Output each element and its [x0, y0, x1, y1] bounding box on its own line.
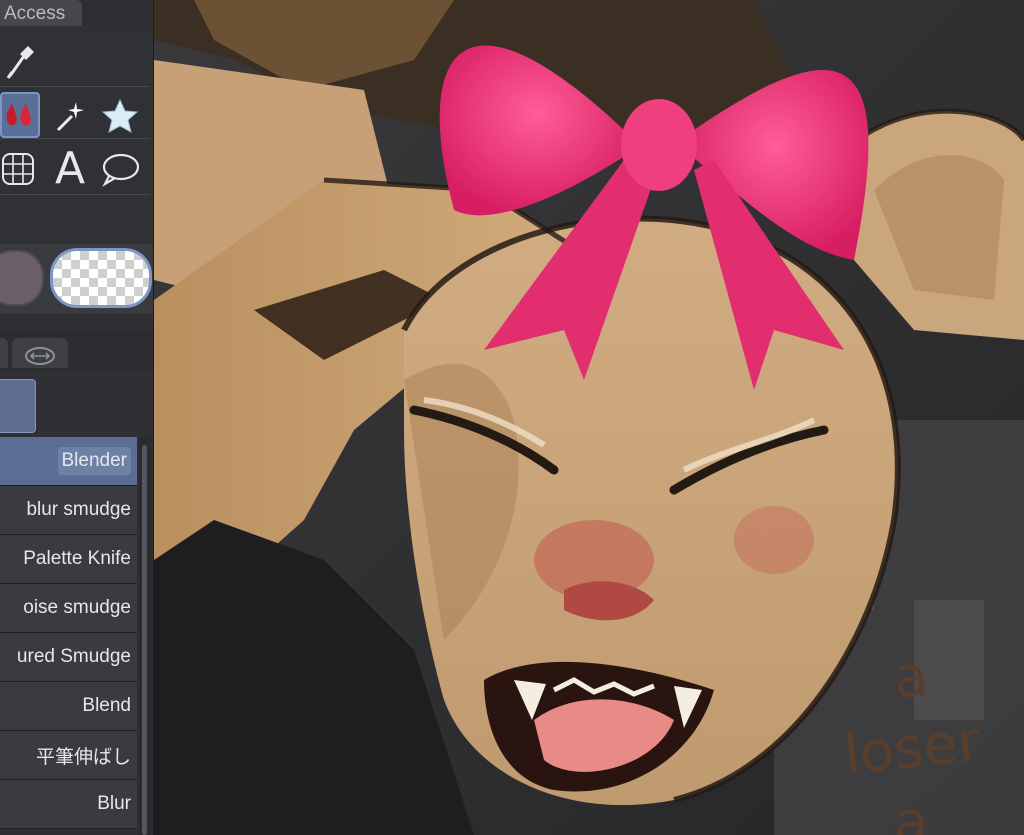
figure-tool[interactable]: [0, 146, 38, 190]
bow-knot: [621, 99, 697, 191]
eyedropper-tool[interactable]: [0, 40, 40, 84]
text-tool[interactable]: A: [50, 146, 90, 192]
fill-drops-icon: [6, 103, 31, 126]
auto-select-tool[interactable]: [50, 96, 90, 136]
brush-list-scroll-thumb[interactable]: [142, 445, 147, 835]
brush-item-palette-knife[interactable]: Palette Knife: [0, 535, 137, 584]
access-tab[interactable]: Access: [0, 0, 82, 26]
tool-divider: [0, 138, 150, 139]
brush-item-blender[interactable]: Blender: [0, 437, 137, 486]
tool-divider: [0, 86, 150, 87]
mesh-transform-icon: [2, 153, 34, 185]
swap-arrows-icon: [25, 347, 55, 365]
balloon-tool[interactable]: [98, 148, 142, 190]
brush-item-blur[interactable]: Blur: [0, 780, 137, 829]
blush: [734, 506, 814, 574]
text-tool-icon: A: [54, 143, 86, 194]
handwriting-a: a: [891, 643, 931, 712]
tool-panel: Access A Blender blur smudge Palette Kni…: [0, 0, 154, 835]
eyedropper-icon: [6, 46, 34, 79]
magic-wand-icon: [56, 102, 84, 132]
tool-divider: [0, 194, 150, 195]
brush-item-blur-smudge[interactable]: blur smudge: [0, 486, 137, 535]
brush-item-flat-brush-stretch[interactable]: 平筆伸ばし: [0, 731, 137, 780]
transparent-color-swatch[interactable]: [50, 248, 152, 308]
speech-balloon-icon: [102, 153, 140, 187]
palette-tab-row: [0, 330, 153, 370]
decoration-tool[interactable]: [98, 96, 142, 138]
selected-brush-group[interactable]: [0, 379, 36, 433]
brush-list: Blender blur smudge Palette Knife oise s…: [0, 437, 137, 829]
access-tab-label: Access: [4, 3, 66, 24]
fill-tool[interactable]: [0, 92, 40, 138]
handwriting-a-bottom: a: [894, 790, 929, 835]
brush-item-blend[interactable]: Blend: [0, 682, 137, 731]
palette-tab[interactable]: [0, 338, 8, 368]
star-decoration-icon: [101, 98, 139, 133]
artwork: [154, 0, 1024, 835]
brush-item-textured-smudge[interactable]: ured Smudge: [0, 633, 137, 682]
brush-item-noise-smudge[interactable]: oise smudge: [0, 584, 137, 633]
drawing-canvas[interactable]: a loser a: [154, 0, 1024, 835]
palette-tab-swap[interactable]: [12, 338, 68, 368]
